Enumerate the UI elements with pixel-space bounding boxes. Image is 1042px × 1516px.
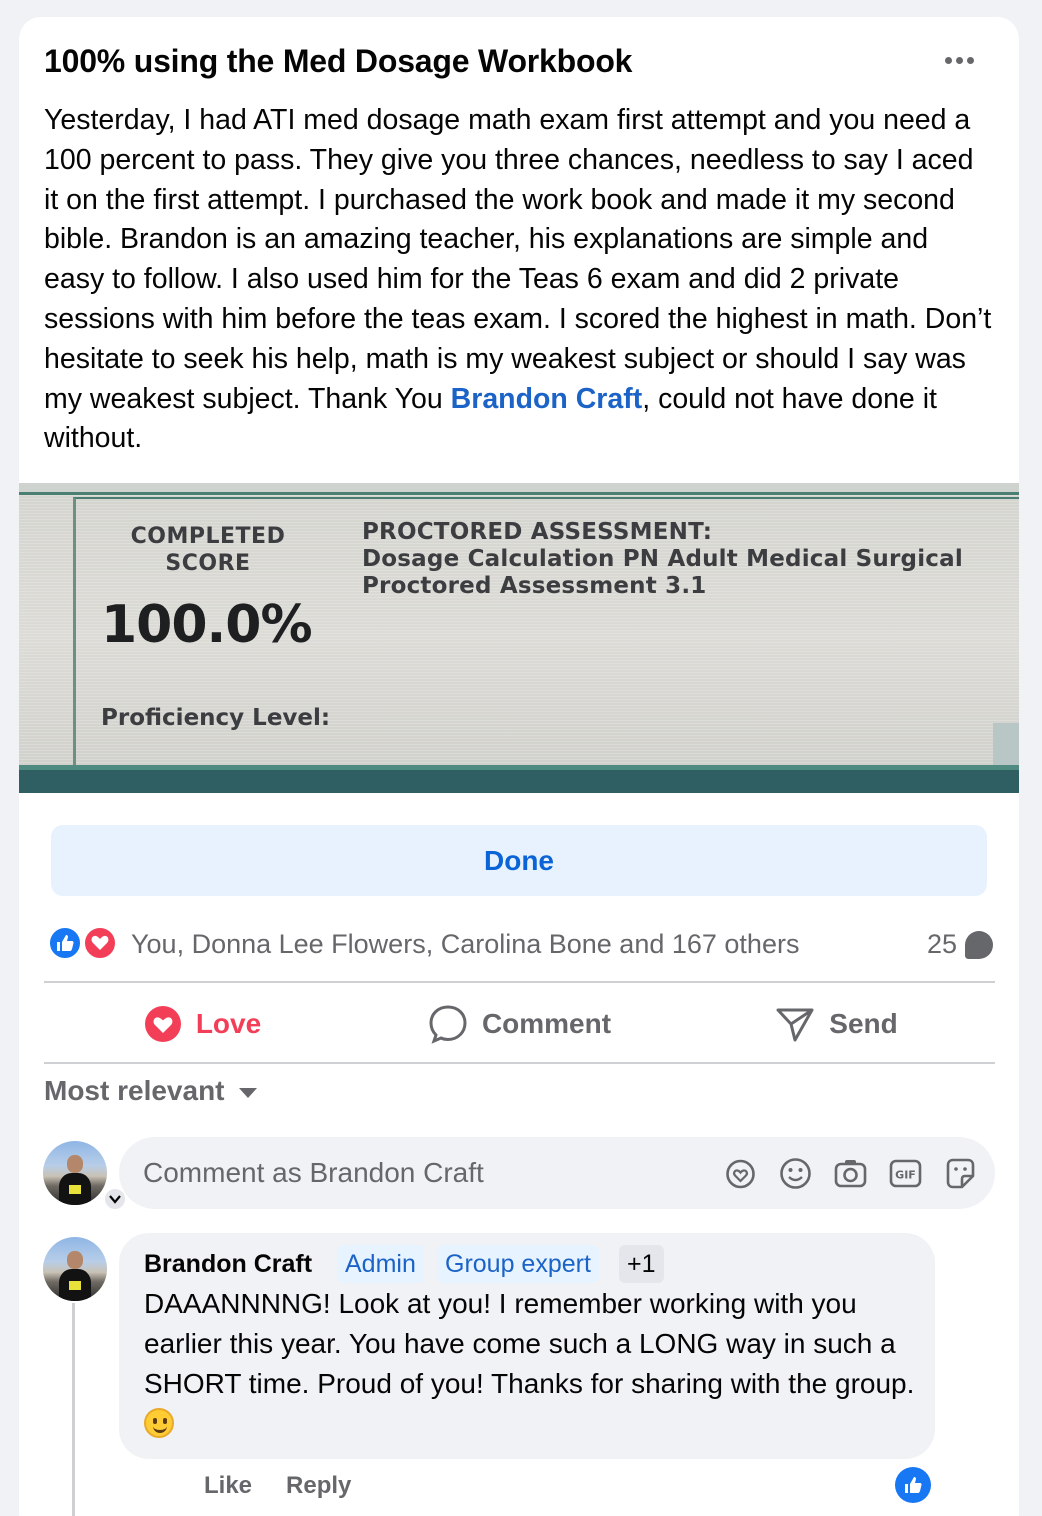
love-button[interactable]: Love [44,985,361,1063]
more-options-button[interactable] [937,45,981,75]
like-reaction-icon [905,1477,922,1493]
avatar-head [67,1155,83,1173]
comment-author[interactable]: Brandon Craft [144,1250,312,1279]
score-value: 100.0% [101,595,313,655]
more-icon-dot [944,56,952,64]
proficiency-label: Proficiency Level: [101,705,331,731]
sort-dropdown[interactable]: Most relevant [44,1075,257,1107]
comment-count-value: 25 [926,929,957,959]
gif-icon: GIF [889,1159,922,1188]
divider [44,1062,995,1064]
camera-button[interactable] [834,1157,867,1190]
svg-text:GIF: GIF [895,1169,916,1182]
divider [44,981,995,983]
assessment-heading: PROCTORED ASSESSMENT: Dosage Calculation… [362,519,963,600]
comment-like-button[interactable]: Like [204,1472,252,1500]
send-icon [776,1008,814,1042]
more-icon-dot [966,56,974,64]
sort-label: Most relevant [44,1075,225,1106]
post-actions: Love Comment Send [44,985,995,1063]
comment-input[interactable] [143,1137,703,1209]
post-body: Yesterday, I had ATI med dosage math exa… [44,101,994,459]
love-reaction-icon [82,925,118,961]
avatar-sticker-icon [726,1159,755,1189]
done-button[interactable]: Done [51,825,987,896]
post-body-text: Yesterday, I had ATI med dosage math exa… [44,104,992,415]
comment-bubble: Brandon Craft Admin Group expert +1 DAAA… [119,1233,935,1459]
photo-bottom-bar [19,765,1019,793]
comment-bubble-icon [965,930,993,959]
sticker-icon [946,1158,975,1189]
completed-score-label: COMPLETED SCORE [130,524,286,576]
comment-count[interactable]: 25 [927,929,993,960]
comment-label: Comment [481,1008,612,1039]
avatar-head [67,1251,83,1269]
gif-button[interactable]: GIF [889,1157,922,1190]
post-title: 100% using the Med Dosage Workbook [44,43,633,79]
camera-icon [834,1160,867,1188]
love-icon [144,1006,181,1042]
post-card: 100% using the Med Dosage Workbook Yeste… [19,17,1019,1516]
reactions-summary[interactable]: You, Donna Lee Flowers, Carolina Bone an… [131,929,799,960]
chevron-down-icon [109,1195,121,1204]
post-photo[interactable]: COMPLETED SCORE 100.0% PROCTORED ASSESSM… [19,483,1019,793]
assessment-version: Proctored Assessment 3.1 [362,573,707,599]
composer-icons: GIF [724,1157,977,1190]
like-reaction-icon [47,925,83,961]
avatar-bib [69,1185,81,1194]
emoji-button[interactable] [779,1157,812,1190]
comment-text: DAAANNNNG! Look at you! I remember worki… [144,1284,924,1444]
smiley-emoji-icon [144,1408,174,1438]
group-expert-badge[interactable]: Group expert [437,1245,599,1283]
send-label: Send [829,1008,898,1039]
dropdown-arrow-icon [238,1088,257,1098]
avatar-bib [69,1281,81,1290]
comment-author-avatar[interactable] [43,1237,107,1301]
comment-reply-button[interactable]: Reply [286,1472,351,1500]
reactions-bar[interactable]: You, Donna Lee Flowers, Carolina Bone an… [47,925,997,965]
thread-line [72,1303,75,1516]
sticker-button[interactable] [944,1157,977,1190]
comment-like-reaction[interactable] [895,1467,931,1503]
comment-text-body: DAAANNNNG! Look at you! I remember worki… [144,1288,915,1399]
comment-button[interactable]: Comment [361,985,678,1063]
assessment-name: Dosage Calculation PN Adult Medical Surg… [362,546,963,572]
comment-icon [429,1005,467,1044]
avatar-sticker-button[interactable] [724,1157,757,1190]
mention-link[interactable]: Brandon Craft [451,383,643,415]
admin-badge[interactable]: Admin [337,1245,424,1283]
love-label: Love [195,1008,262,1039]
avatar[interactable] [43,1141,107,1205]
photo-right-panel [993,723,1019,765]
photo-top-bar [19,483,1019,495]
more-icon-dot [955,56,963,64]
send-button[interactable]: Send [678,985,995,1063]
comment-actions: Like Reply [204,1472,351,1500]
emoji-icon [780,1158,811,1189]
more-badges[interactable]: +1 [619,1245,664,1283]
assessment-label: PROCTORED ASSESSMENT: [362,519,713,545]
comment-composer: GIF [119,1137,995,1209]
